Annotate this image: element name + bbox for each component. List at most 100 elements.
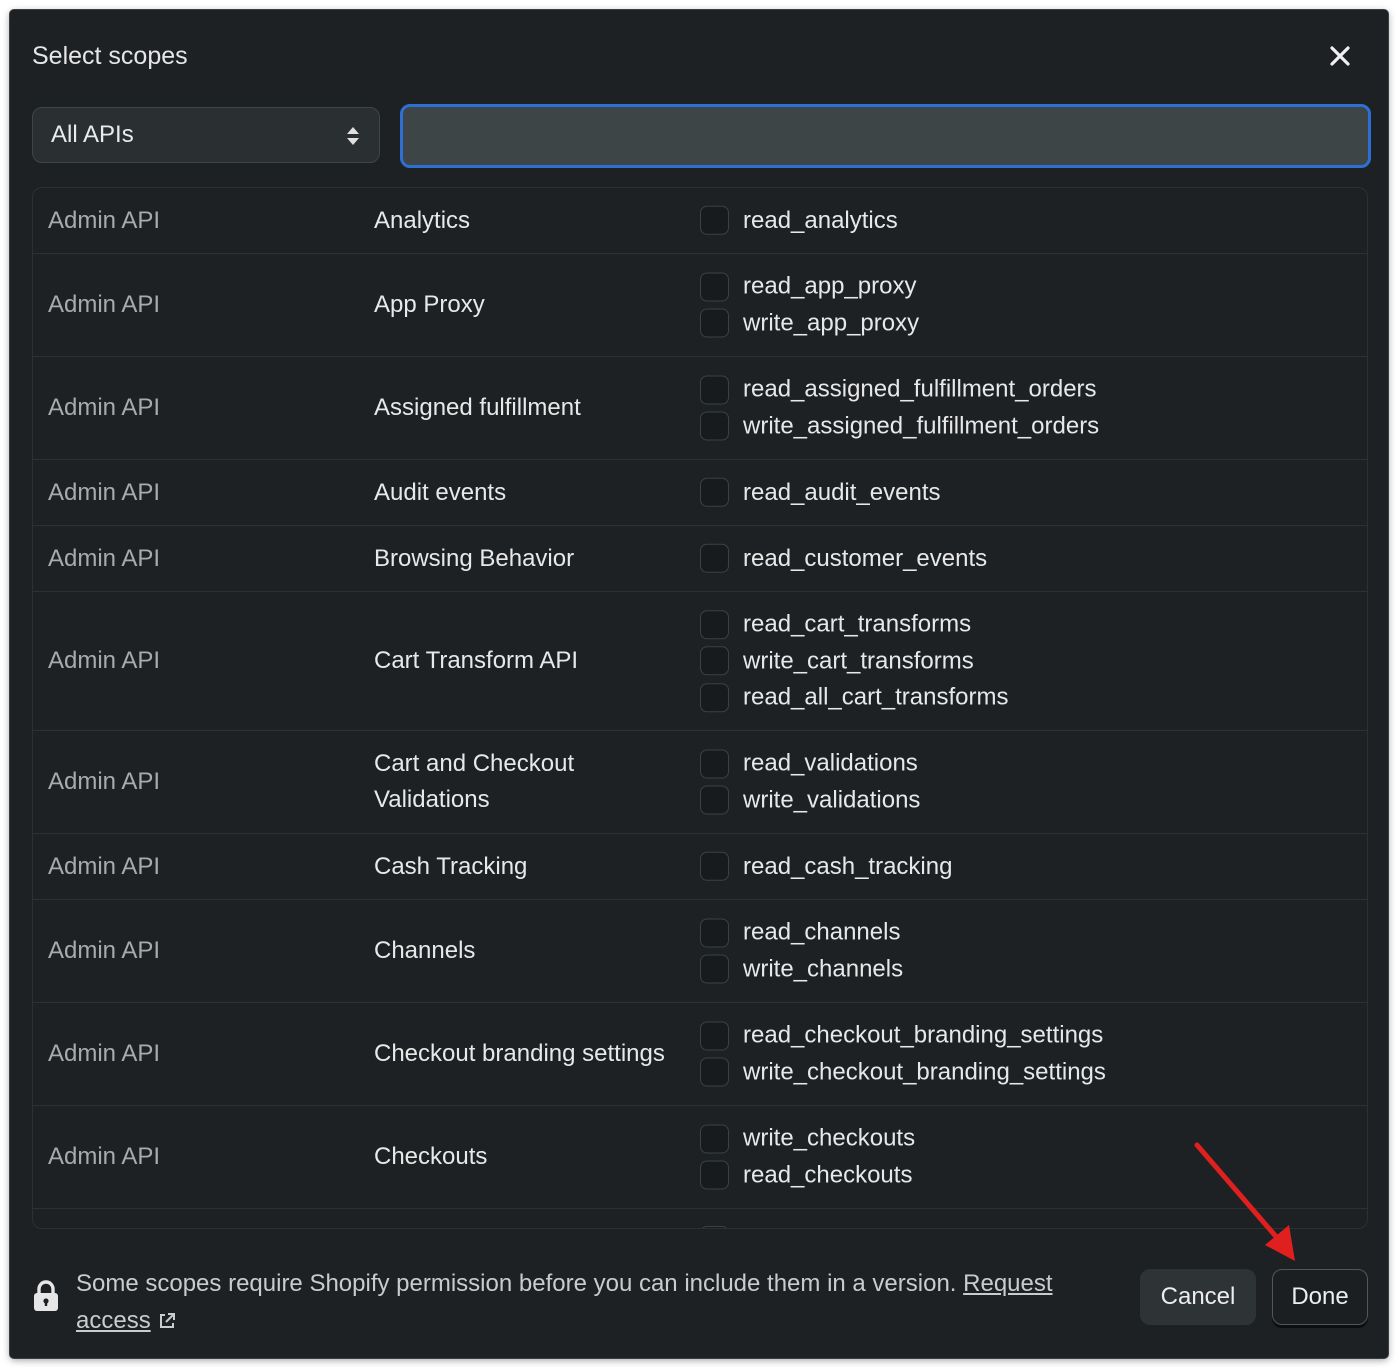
scope-label: read_all_cart_transforms bbox=[743, 683, 1009, 711]
scope-checkbox[interactable] bbox=[700, 1160, 729, 1190]
api-cell: Admin API bbox=[48, 394, 161, 421]
scope-item[interactable]: read_cash_tracking bbox=[700, 848, 952, 885]
scope-checkbox[interactable] bbox=[700, 308, 729, 338]
scope-list: read_channels write_channels bbox=[700, 915, 903, 988]
scope-label: read_assigned_fulfillment_orders bbox=[743, 375, 1097, 403]
scope-item[interactable]: write_app_proxy bbox=[700, 305, 919, 342]
scope-label: write_checkout_branding_settings bbox=[743, 1058, 1106, 1086]
permission-notice: Some scopes require Shopify permission b… bbox=[76, 1265, 1116, 1339]
scope-label: write_checkouts bbox=[743, 1124, 916, 1152]
api-cell: Admin API bbox=[48, 937, 161, 964]
resource-cell: Audit events bbox=[374, 478, 507, 506]
scope-item[interactable]: write_cart_transforms bbox=[700, 643, 1008, 680]
scope-item[interactable]: read_checkouts bbox=[700, 1157, 915, 1194]
scope-checkbox[interactable] bbox=[700, 544, 729, 573]
scope-list: read_assigned_fulfillment_orders write_as… bbox=[700, 372, 1099, 445]
table-row: Admin API Checkouts write_checkouts read_ch… bbox=[33, 1106, 1367, 1209]
scope-checkbox[interactable] bbox=[700, 411, 729, 441]
resource-cell: Checkouts bbox=[374, 1143, 488, 1170]
resource-cell: Cart Transform API bbox=[374, 647, 579, 674]
scope-item[interactable]: read_all_cart_transforms bbox=[700, 679, 1008, 716]
lock-icon bbox=[34, 1280, 58, 1311]
scope-label: read_cart_transforms bbox=[743, 610, 972, 638]
resource-cell: Channels bbox=[374, 937, 476, 964]
scope-checkbox[interactable] bbox=[700, 954, 729, 984]
resource-cell: Checkout branding settings bbox=[374, 1040, 665, 1067]
scope-label: read_analytics bbox=[743, 206, 898, 234]
scope-label: read_channels bbox=[743, 918, 901, 946]
scope-list: read_validations write_validations bbox=[700, 746, 920, 819]
scope-label: write_cart_transforms bbox=[743, 647, 974, 674]
scope-list: read_analytics bbox=[700, 202, 898, 239]
scope-item[interactable]: read_assigned_fulfillment_orders bbox=[700, 372, 1099, 409]
scope-label: write_validations bbox=[743, 786, 921, 814]
scope-label: write_channels bbox=[743, 955, 904, 983]
scope-item[interactable]: read_analytics bbox=[700, 202, 898, 239]
scope-checkbox[interactable] bbox=[700, 1021, 729, 1051]
scope-checkbox[interactable] bbox=[700, 206, 729, 235]
table-row: Admin API Checkout branding settings read_… bbox=[33, 1003, 1367, 1106]
api-cell: Admin API bbox=[48, 544, 161, 572]
resource-cell: Assigned fulfillment bbox=[374, 394, 581, 421]
scope-list: read_cart_transforms write_cart_transform… bbox=[700, 606, 1008, 716]
scope-checkbox[interactable] bbox=[700, 646, 729, 676]
resource-cell: Cart and Checkout Validations bbox=[374, 750, 575, 813]
api-cell: Admin API bbox=[48, 1143, 161, 1170]
scope-item[interactable]: read_customer_events bbox=[700, 540, 987, 577]
table-row: Admin API Channels read_channels write_chan… bbox=[33, 900, 1367, 1003]
scope-checkbox[interactable] bbox=[700, 375, 729, 405]
scope-checkbox[interactable] bbox=[700, 478, 729, 507]
scope-item[interactable]: write_checkout_branding_settings bbox=[700, 1054, 1106, 1091]
done-button[interactable]: Done bbox=[1272, 1269, 1368, 1325]
notice-text: Some scopes require Shopify permission b… bbox=[76, 1270, 957, 1297]
scope-item[interactable]: read_checkout_branding_settings bbox=[700, 1018, 1106, 1055]
cancel-button[interactable]: Cancel bbox=[1140, 1269, 1256, 1325]
table-row: Admin API Cart Transform API read_cart_tra… bbox=[33, 592, 1367, 731]
scope-item[interactable]: write_channels bbox=[700, 951, 903, 988]
scope-list: read_customer_events bbox=[700, 540, 987, 577]
resource-cell: App Proxy bbox=[374, 291, 485, 318]
resource-cell: Analytics bbox=[374, 206, 471, 234]
scope-checkbox[interactable] bbox=[700, 272, 729, 302]
scope-search-input[interactable] bbox=[400, 104, 1371, 168]
scope-checkbox[interactable] bbox=[700, 1226, 729, 1228]
close-button[interactable] bbox=[1322, 38, 1358, 74]
api-filter-value: All APIs bbox=[51, 121, 134, 148]
scope-checkbox[interactable] bbox=[700, 1057, 729, 1087]
external-link-icon bbox=[159, 1313, 175, 1328]
table-row: Admin API Audit events read_audit_events bbox=[33, 460, 1367, 526]
scope-label: read_audit_events bbox=[743, 478, 941, 506]
scope-label: read_checkout_branding_settings bbox=[743, 1021, 1104, 1049]
api-cell: Admin API bbox=[48, 768, 161, 795]
scope-item[interactable]: write_checkouts bbox=[700, 1121, 915, 1158]
scope-item[interactable]: write_assigned_fulfillment_orders bbox=[700, 408, 1099, 445]
api-cell: Admin API bbox=[48, 852, 161, 880]
scope-item[interactable]: read_validations bbox=[700, 746, 920, 783]
resource-cell: Browsing Behavior bbox=[374, 544, 575, 572]
scope-list: read_cash_tracking bbox=[700, 848, 952, 885]
scope-item[interactable]: read_cart_transforms bbox=[700, 606, 1008, 643]
scope-label: read_app_proxy bbox=[743, 272, 917, 300]
scope-item[interactable]: read_audit_events bbox=[700, 474, 940, 511]
table-row: Admin API Cash Tracking read_cash_tracking bbox=[33, 834, 1367, 900]
resource-cell: Cash Tracking bbox=[374, 852, 528, 880]
api-filter-select[interactable]: All APIs bbox=[32, 107, 380, 163]
scope-checkbox[interactable] bbox=[700, 610, 729, 639]
scope-list: read_app_proxy write_app_proxy bbox=[700, 269, 919, 342]
scope-label: read_customer_events bbox=[743, 544, 988, 572]
select-arrows-icon bbox=[347, 127, 359, 145]
table-row: Admin API Analytics read_analytics bbox=[33, 188, 1367, 254]
api-cell: Admin API bbox=[48, 1040, 161, 1067]
scope-checkbox[interactable] bbox=[700, 785, 729, 815]
scope-label: read_cash_tracking bbox=[743, 852, 953, 880]
table-row: Admin API Cart and Checkout Validations re… bbox=[33, 731, 1367, 834]
scope-checkbox[interactable] bbox=[700, 1124, 729, 1154]
scope-item[interactable]: write_validations bbox=[700, 782, 920, 819]
scope-item[interactable]: read_channels bbox=[700, 915, 903, 952]
scope-checkbox[interactable] bbox=[700, 749, 729, 779]
api-cell: Admin API bbox=[48, 647, 161, 674]
scope-checkbox[interactable] bbox=[700, 852, 729, 881]
scope-checkbox[interactable] bbox=[700, 918, 729, 948]
scope-checkbox[interactable] bbox=[700, 683, 729, 712]
scope-item[interactable]: read_app_proxy bbox=[700, 269, 919, 306]
